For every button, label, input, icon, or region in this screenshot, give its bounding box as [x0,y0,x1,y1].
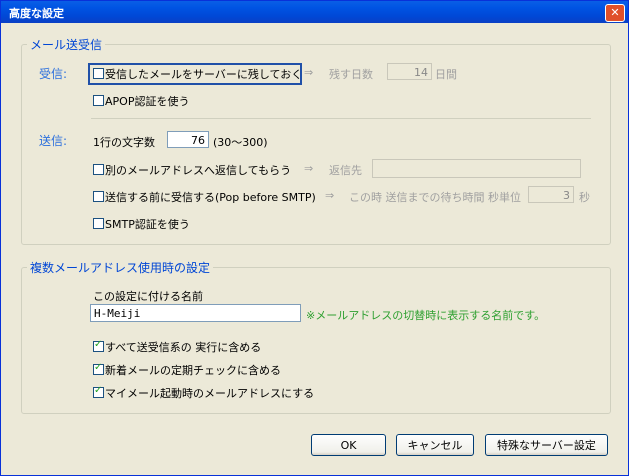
smtp-auth-label: SMTP認証を使う [105,218,190,231]
use-at-startup-label: マイメール起動時のメールアドレスにする [105,387,315,400]
reply-to-label: 別のメールアドレスへ返信してもらう [105,164,292,177]
wait-time-input[interactable]: 3 [528,186,574,203]
reply-to-checkbox[interactable] [93,164,104,175]
keep-days-label: 残す日数 [329,68,373,81]
window-title: 高度な設定 [9,7,64,20]
include-send-receive-checkbox[interactable] [93,339,104,352]
separator [91,118,591,119]
chars-range: (30〜300) [213,136,268,149]
name-hint: ※メールアドレスの切替時に表示する名前です。 [306,309,546,322]
close-icon[interactable]: ✕ [605,4,625,22]
ok-button[interactable]: OK [311,434,386,456]
smtp-auth-checkbox[interactable] [93,218,104,229]
title-bar: 高度な設定 ✕ [1,1,628,23]
include-periodic-check-label: 新着メールの定期チェックに含める [105,364,281,377]
keep-on-server-label: 受信したメールをサーバーに残しておく [105,68,303,81]
keep-on-server-checkbox[interactable] [93,68,104,79]
chars-per-line-input[interactable]: 76 [167,131,209,148]
wait-arrow-icon: ⇒ [325,189,335,202]
reply-to-input[interactable] [372,159,581,178]
setting-name-input[interactable]: H-Meiji [90,304,301,322]
mail-send-receive-legend: メール送受信 [27,36,106,53]
apop-label: APOP認証を使う [105,95,190,108]
days-unit: 日間 [435,68,457,81]
pop-before-smtp-label: 送信する前に受信する(Pop before SMTP) [105,191,316,204]
pop-before-smtp-checkbox[interactable] [93,191,104,202]
apop-checkbox[interactable] [93,95,104,106]
send-label: 送信: [39,134,68,148]
reply-to-field-label: 返信先 [329,164,362,177]
chars-per-line-label: 1行の文字数 [93,136,155,149]
advanced-settings-dialog: 高度な設定 ✕ メール送受信 受信: 受信したメールをサーバーに残しておく ⇒ … [0,0,629,476]
wait-time-label: この時 送信までの待ち時間 秒単位 [349,191,521,204]
multi-address-legend: 複数メールアドレス使用時の設定 [27,259,214,276]
cancel-button[interactable]: キャンセル [396,434,474,456]
include-send-receive-label: すべて送受信系の 実行に含める [105,341,262,354]
use-at-startup-checkbox[interactable] [93,385,104,398]
setting-name-label: この設定に付ける名前 [93,290,203,303]
sec-unit: 秒 [579,191,590,204]
keep-days-input[interactable]: 14 [387,63,432,80]
receive-label: 受信: [39,67,68,81]
include-periodic-check-checkbox[interactable] [93,362,104,375]
reply-arrow-icon: ⇒ [304,162,314,175]
keep-arrow-icon: ⇒ [304,66,314,79]
special-server-settings-button[interactable]: 特殊なサーバー設定 [485,434,608,456]
